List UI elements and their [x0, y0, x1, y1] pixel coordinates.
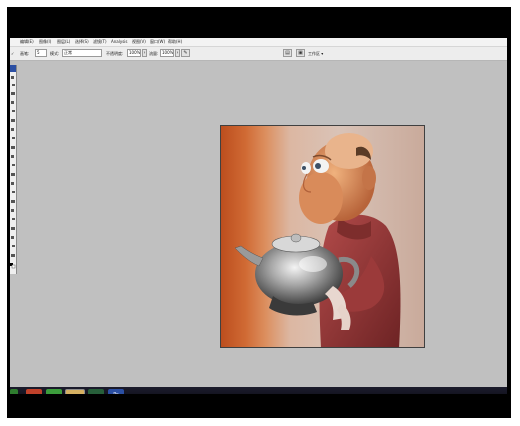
menu-analysis[interactable]: Analysis — [111, 38, 127, 46]
menu-window[interactable]: 窗口(W) — [150, 38, 165, 46]
opacity-input[interactable]: 100% — [127, 49, 141, 57]
mode-select[interactable]: 正常 — [62, 49, 102, 57]
media-center-icon[interactable] — [88, 389, 104, 394]
airbrush-icon[interactable]: ✎ — [181, 49, 190, 57]
tool-icons[interactable] — [10, 74, 16, 274]
menu-select[interactable]: 选择(S) — [75, 38, 89, 46]
menu-help[interactable]: 帮助(H) — [168, 38, 182, 46]
menu-filter[interactable]: 滤镜(T) — [93, 38, 107, 46]
brush-label: 画笔: — [20, 51, 30, 56]
menu-view[interactable]: 视图(V) — [132, 38, 146, 46]
opacity-dropdown-icon[interactable]: › — [142, 49, 147, 57]
menu-layer[interactable]: 图层(L) — [57, 38, 70, 46]
brush-tool-icon[interactable]: ✓ — [11, 49, 14, 58]
media-player-icon[interactable] — [26, 389, 42, 394]
workspace-menu[interactable]: 工作区 ▾ — [308, 49, 323, 58]
menu-edit[interactable]: 编辑(E) — [20, 38, 34, 46]
menu-image[interactable]: 图像(I) — [39, 38, 51, 46]
toolbox-panel — [10, 65, 17, 274]
mode-label: 模式: — [50, 51, 60, 56]
toolbox-header — [10, 65, 16, 72]
menu-bar: 编辑(E) 图像(I) 图层(L) 选择(S) 滤镜(T) Analysis 视… — [10, 38, 507, 47]
opacity-label: 不透明度: — [106, 51, 124, 56]
camera-icon[interactable]: ▣ — [296, 49, 305, 57]
flow-label: 流量: — [149, 51, 159, 56]
flow-input[interactable]: 100% — [160, 49, 174, 57]
options-bar: ✓ 画笔: 5 模式: 正常 不透明度: 100% › 流量: 100% › ✎… — [10, 47, 507, 61]
windows-taskbar: Ps — [10, 387, 507, 394]
desktop-screen: 编辑(E) 图像(I) 图层(L) 选择(S) 滤镜(T) Analysis 视… — [10, 38, 507, 394]
flow-dropdown-icon[interactable]: › — [175, 49, 180, 57]
monitor-frame: 编辑(E) 图像(I) 图层(L) 选择(S) 滤镜(T) Analysis 视… — [7, 7, 511, 418]
photoshop-taskbar-button[interactable]: Ps — [108, 389, 124, 394]
browser-icon[interactable] — [46, 389, 62, 394]
teapot-character-artwork — [234, 133, 401, 347]
start-button-icon[interactable] — [10, 389, 18, 394]
document-canvas[interactable] — [220, 125, 425, 348]
brush-size-picker[interactable]: 5 — [35, 49, 47, 57]
file-explorer-icon[interactable] — [65, 389, 85, 394]
palette-well-icon[interactable]: ▤ — [283, 49, 292, 57]
